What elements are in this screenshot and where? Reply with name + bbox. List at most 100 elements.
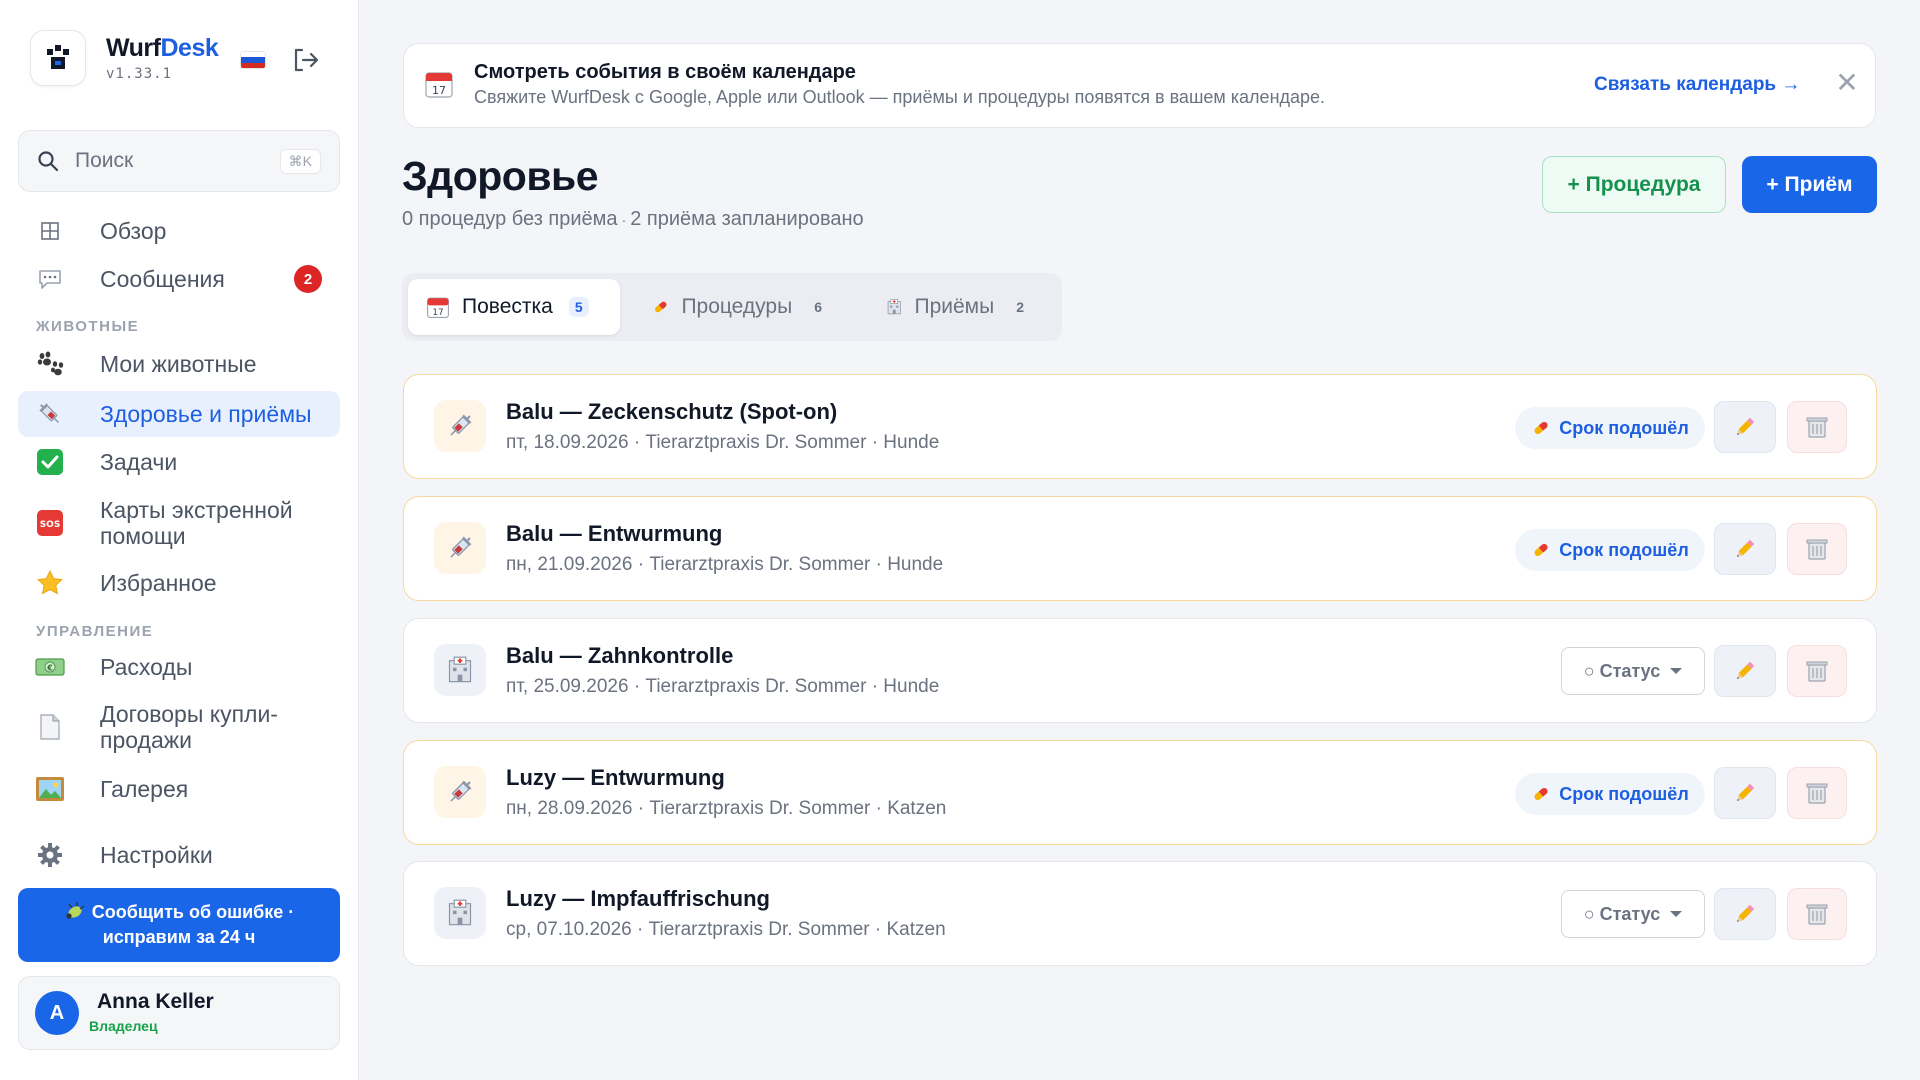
- money-icon: €: [34, 651, 66, 683]
- status-badge[interactable]: Срок подошёл: [1515, 407, 1705, 449]
- event-row[interactable]: Balu — Zahnkontrolle пт, 25.09.2026 · Ti…: [403, 618, 1877, 723]
- event-row[interactable]: Balu — Zeckenschutz (Spot-on) пт, 18.09.…: [403, 374, 1877, 479]
- speech-bubble-icon: [34, 263, 66, 295]
- nav-item-expenses[interactable]: € Расходы: [18, 647, 340, 687]
- paw-logo-icon: [47, 45, 69, 69]
- search-shortcut: ⌘K: [279, 148, 321, 174]
- messages-badge: 2: [294, 265, 322, 293]
- nav-item-my-animals[interactable]: Мои животные: [18, 344, 340, 384]
- event-title: Balu — Zahnkontrolle: [506, 643, 734, 668]
- language-flag-icon[interactable]: [241, 52, 265, 68]
- picture-icon: [34, 773, 66, 805]
- edit-button[interactable]: [1714, 401, 1776, 453]
- nav-item-settings[interactable]: Настройки: [18, 835, 340, 875]
- document-icon: [34, 711, 66, 743]
- event-title: Luzy — Entwurmung: [506, 765, 725, 790]
- event-row[interactable]: Balu — Entwurmung пн, 21.09.2026 · Tiera…: [403, 496, 1877, 601]
- delete-button[interactable]: [1787, 401, 1847, 453]
- user-profile-card[interactable]: A Anna Keller Владелец: [18, 976, 340, 1050]
- hospital-icon: [434, 644, 486, 696]
- trash-icon: [1806, 417, 1828, 438]
- pencil-icon: [1737, 661, 1755, 679]
- pencil-icon: [1737, 783, 1755, 801]
- event-row[interactable]: Luzy — Entwurmung пн, 28.09.2026 · Tiera…: [403, 740, 1877, 845]
- trash-icon: [1806, 539, 1828, 560]
- edit-button[interactable]: [1714, 767, 1776, 819]
- add-procedure-button[interactable]: + Процедура: [1542, 156, 1726, 213]
- star-icon: [34, 567, 66, 599]
- tab-appointments[interactable]: Приёмы 2: [868, 279, 1048, 335]
- edit-button[interactable]: [1714, 888, 1776, 940]
- nav-item-tasks[interactable]: Задачи: [18, 442, 340, 482]
- calendar-banner: 17 Смотреть события в своём календаре Св…: [403, 43, 1876, 128]
- grid-icon: [34, 215, 66, 247]
- calendar-icon: 17: [424, 69, 454, 104]
- event-details: пн, 28.09.2026 · Tierarztpraxis Dr. Somm…: [506, 798, 947, 819]
- app-name: WurfDesk: [106, 34, 219, 62]
- nav-item-overview[interactable]: Обзор: [18, 211, 340, 251]
- status-dropdown[interactable]: ○ Статус: [1561, 890, 1705, 938]
- pencil-icon: [1737, 539, 1755, 557]
- status-badge[interactable]: Срок подошёл: [1515, 773, 1705, 815]
- svg-text:17: 17: [432, 84, 446, 97]
- nav-item-messages[interactable]: Сообщения 2: [18, 259, 340, 299]
- section-animals: ЖИВОТНЫЕ: [36, 318, 140, 335]
- svg-text:17: 17: [432, 308, 443, 318]
- trash-icon: [1806, 661, 1828, 682]
- section-management: УПРАВЛЕНИЕ: [36, 623, 154, 640]
- event-row[interactable]: Luzy — Impfauffrischung ср, 07.10.2026 ·…: [403, 861, 1877, 966]
- user-role: Владелец: [89, 1018, 158, 1034]
- svg-text:€: €: [46, 664, 53, 673]
- hospital-icon: [887, 299, 901, 315]
- delete-button[interactable]: [1787, 888, 1847, 940]
- pill-icon: [655, 301, 667, 313]
- syringe-icon: [434, 400, 486, 452]
- add-appointment-button[interactable]: + Приём: [1742, 156, 1877, 213]
- search-icon: [38, 151, 59, 172]
- sos-icon: SOS: [34, 507, 66, 539]
- syringe-icon: [434, 766, 486, 818]
- trash-icon: [1806, 904, 1828, 925]
- svg-text:SOS: SOS: [40, 520, 61, 530]
- chevron-down-icon: [1670, 668, 1683, 674]
- nav-item-contracts[interactable]: Договоры купли-продажи: [18, 701, 340, 753]
- brand[interactable]: WurfDesk v1.33.1: [30, 30, 219, 86]
- edit-button[interactable]: [1714, 645, 1776, 697]
- page-stats: 0 процедур без приёма · 2 приёма запланиро…: [402, 208, 864, 230]
- delete-button[interactable]: [1787, 767, 1847, 819]
- check-mark-icon: [34, 446, 66, 478]
- status-dropdown[interactable]: ○ Статус: [1561, 647, 1705, 695]
- nav-item-favorites[interactable]: Избранное: [18, 563, 340, 603]
- status-badge[interactable]: Срок подошёл: [1515, 529, 1705, 571]
- tab-agenda[interactable]: 17 Повестка 5: [408, 279, 620, 335]
- nav-item-emergency[interactable]: SOS Карты экстренной помощи: [18, 497, 340, 549]
- avatar: A: [35, 991, 79, 1035]
- search-input[interactable]: Поиск ⌘K: [18, 130, 340, 192]
- event-details: ср, 07.10.2026 · Tierarztpraxis Dr. Somm…: [506, 919, 946, 940]
- pill-icon: [1534, 787, 1548, 801]
- syringe-icon: [34, 398, 66, 430]
- event-title: Luzy — Impfauffrischung: [506, 886, 770, 911]
- pill-icon: [1534, 543, 1548, 557]
- bug-icon: [66, 902, 85, 919]
- banner-title: Смотреть события в своём календаре: [474, 61, 856, 83]
- edit-button[interactable]: [1714, 523, 1776, 575]
- logout-icon[interactable]: [290, 45, 320, 75]
- tab-procedures[interactable]: Процедуры 6: [634, 279, 846, 335]
- report-bug-button[interactable]: Сообщить об ошибке · исправим за 24 ч: [18, 888, 340, 962]
- close-icon[interactable]: ✕: [1832, 68, 1862, 98]
- connect-calendar-link[interactable]: Связать календарь →: [1594, 74, 1800, 96]
- chevron-down-icon: [1670, 911, 1683, 917]
- app-logo: [30, 30, 86, 86]
- event-details: пт, 18.09.2026 · Tierarztpraxis Dr. Somm…: [506, 432, 940, 453]
- delete-button[interactable]: [1787, 523, 1847, 575]
- nav-item-health[interactable]: Здоровье и приёмы: [18, 391, 340, 437]
- tab-bar: 17 Повестка 5 Процедуры 6 Приёмы 2: [402, 273, 1062, 341]
- search-placeholder: Поиск: [75, 149, 134, 172]
- user-name: Anna Keller: [97, 990, 214, 1013]
- event-title: Balu — Zeckenschutz (Spot-on): [506, 399, 838, 424]
- delete-button[interactable]: [1787, 645, 1847, 697]
- page-title: Здоровье: [402, 153, 599, 199]
- nav-item-gallery[interactable]: Галерея: [18, 769, 340, 809]
- calendar-icon: 17: [427, 297, 449, 318]
